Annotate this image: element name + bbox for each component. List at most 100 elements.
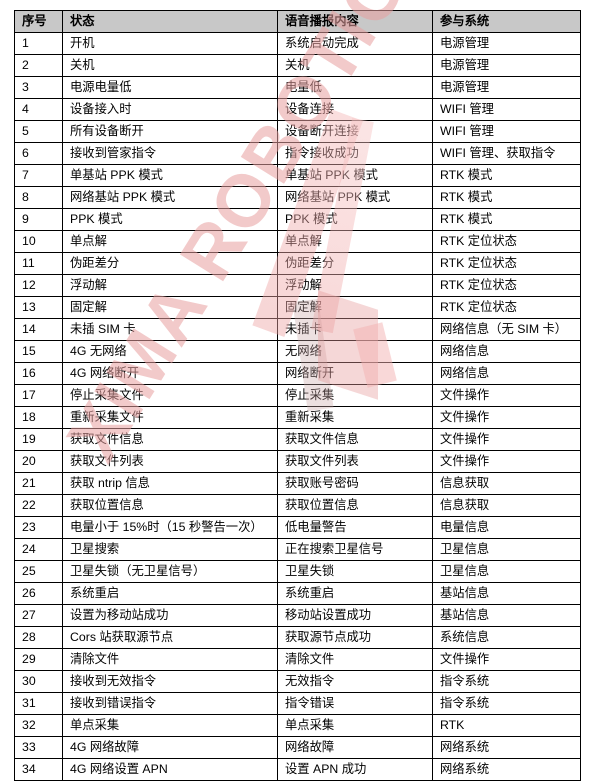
cell-voice: 低电量警告 (277, 516, 433, 539)
table-header: 序号 状态 语音播报内容 参与系统 (14, 10, 581, 33)
cell-system: 基站信息 (432, 582, 581, 605)
cell-voice: 移动站设置成功 (277, 604, 433, 627)
cell-voice: 系统启动完成 (277, 32, 433, 55)
table-row: 9 PPK 模式 PPK 模式 RTK 模式 (14, 208, 581, 231)
cell-system: WIFI 管理、获取指令 (432, 142, 581, 165)
cell-status: 4G 网络断开 (62, 362, 278, 385)
cell-index: 29 (14, 648, 63, 671)
cell-voice: 设备断开连接 (277, 120, 433, 143)
cell-status: 电源电量低 (62, 76, 278, 99)
cell-system: 网络系统 (432, 758, 581, 781)
cell-system: 电源管理 (432, 32, 581, 55)
cell-voice: 关机 (277, 54, 433, 77)
cell-index: 7 (14, 164, 63, 187)
cell-index: 16 (14, 362, 63, 385)
cell-status: 设置为移动站成功 (62, 604, 278, 627)
cell-status: 4G 无网络 (62, 340, 278, 363)
cell-status: 关机 (62, 54, 278, 77)
cell-index: 24 (14, 538, 63, 561)
spec-table-container: 序号 状态 语音播报内容 参与系统 1 开机 系统启动完成 电源管理 2 关机 关机 电源管理… (14, 10, 581, 781)
cell-status: Cors 站获取源节点 (62, 626, 278, 649)
cell-voice: 获取账号密码 (277, 472, 433, 495)
table-row: 29 清除文件 清除文件 文件操作 (14, 648, 581, 671)
cell-index: 27 (14, 604, 63, 627)
table-row: 10 单点解 单点解 RTK 定位状态 (14, 230, 581, 253)
cell-status: 单点采集 (62, 714, 278, 737)
table-row: 3 电源电量低 电量低 电源管理 (14, 76, 581, 99)
cell-status: 未插 SIM 卡 (62, 318, 278, 341)
table-row: 15 4G 无网络 无网络 网络信息 (14, 340, 581, 363)
cell-voice: 未插卡 (277, 318, 433, 341)
table-row: 16 4G 网络断开 网络断开 网络信息 (14, 362, 581, 385)
cell-voice: 系统重启 (277, 582, 433, 605)
cell-index: 33 (14, 736, 63, 759)
cell-voice: 单基站 PPK 模式 (277, 164, 433, 187)
cell-status: 单点解 (62, 230, 278, 253)
cell-status: PPK 模式 (62, 208, 278, 231)
cell-voice: 指令接收成功 (277, 142, 433, 165)
cell-status: 浮动解 (62, 274, 278, 297)
cell-system: RTK 模式 (432, 164, 581, 187)
table-row: 32 单点采集 单点采集 RTK (14, 714, 581, 737)
cell-system: 文件操作 (432, 428, 581, 451)
cell-index: 25 (14, 560, 63, 583)
cell-system: RTK 定位状态 (432, 252, 581, 275)
table-row: 27 设置为移动站成功 移动站设置成功 基站信息 (14, 604, 581, 627)
cell-system: 文件操作 (432, 406, 581, 429)
table-row: 7 单基站 PPK 模式 单基站 PPK 模式 RTK 模式 (14, 164, 581, 187)
column-header-system: 参与系统 (432, 10, 581, 33)
cell-index: 15 (14, 340, 63, 363)
cell-index: 34 (14, 758, 63, 781)
table-row: 1 开机 系统启动完成 电源管理 (14, 32, 581, 55)
table-row: 8 网络基站 PPK 模式 网络基站 PPK 模式 RTK 模式 (14, 186, 581, 209)
cell-index: 21 (14, 472, 63, 495)
cell-status: 单基站 PPK 模式 (62, 164, 278, 187)
table-row: 31 接收到错误指令 指令错误 指令系统 (14, 692, 581, 715)
cell-index: 12 (14, 274, 63, 297)
cell-voice: 单点解 (277, 230, 433, 253)
cell-index: 11 (14, 252, 63, 275)
cell-system: 卫星信息 (432, 560, 581, 583)
cell-voice: 获取文件信息 (277, 428, 433, 451)
cell-system: WIFI 管理 (432, 120, 581, 143)
table-row: 26 系统重启 系统重启 基站信息 (14, 582, 581, 605)
cell-system: 信息获取 (432, 494, 581, 517)
table-row: 30 接收到无效指令 无效指令 指令系统 (14, 670, 581, 693)
cell-voice: 设置 APN 成功 (277, 758, 433, 781)
cell-index: 10 (14, 230, 63, 253)
table-row: 20 获取文件列表 获取文件列表 文件操作 (14, 450, 581, 473)
cell-voice: 获取文件列表 (277, 450, 433, 473)
table-row: 28 Cors 站获取源节点 获取源节点成功 系统信息 (14, 626, 581, 649)
cell-voice: 重新采集 (277, 406, 433, 429)
cell-system: 网络信息（无 SIM 卡） (432, 318, 581, 341)
cell-voice: 无效指令 (277, 670, 433, 693)
cell-index: 4 (14, 98, 63, 121)
table-row: 6 接收到管家指令 指令接收成功 WIFI 管理、获取指令 (14, 142, 581, 165)
cell-index: 17 (14, 384, 63, 407)
table-row: 23 电量小于 15%时（15 秒警告一次） 低电量警告 电量信息 (14, 516, 581, 539)
column-header-status: 状态 (62, 10, 278, 33)
cell-status: 系统重启 (62, 582, 278, 605)
cell-system: 文件操作 (432, 450, 581, 473)
table-row: 22 获取位置信息 获取位置信息 信息获取 (14, 494, 581, 517)
table-header-row: 序号 状态 语音播报内容 参与系统 (14, 10, 581, 33)
cell-status: 伪距差分 (62, 252, 278, 275)
cell-status: 设备接入时 (62, 98, 278, 121)
cell-voice: 指令错误 (277, 692, 433, 715)
cell-voice: 网络断开 (277, 362, 433, 385)
cell-system: 指令系统 (432, 692, 581, 715)
cell-index: 9 (14, 208, 63, 231)
cell-index: 6 (14, 142, 63, 165)
cell-voice: 获取源节点成功 (277, 626, 433, 649)
column-header-voice: 语音播报内容 (277, 10, 433, 33)
cell-status: 接收到管家指令 (62, 142, 278, 165)
table-row: 12 浮动解 浮动解 RTK 定位状态 (14, 274, 581, 297)
cell-system: 网络信息 (432, 362, 581, 385)
cell-system: 电源管理 (432, 76, 581, 99)
cell-status: 4G 网络故障 (62, 736, 278, 759)
cell-index: 32 (14, 714, 63, 737)
table-row: 33 4G 网络故障 网络故障 网络系统 (14, 736, 581, 759)
cell-status: 网络基站 PPK 模式 (62, 186, 278, 209)
cell-voice: 网络故障 (277, 736, 433, 759)
cell-index: 22 (14, 494, 63, 517)
